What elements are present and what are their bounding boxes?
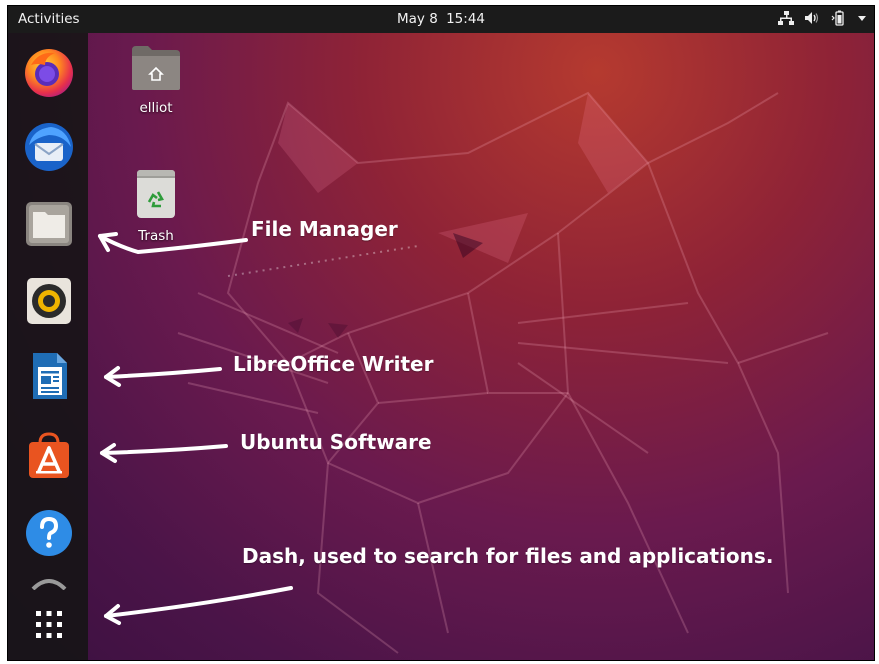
dock-item-thunderbird[interactable] [23, 121, 75, 173]
clock-date: May 8 [397, 11, 438, 27]
firefox-icon [25, 49, 73, 97]
app-grid-icon [36, 611, 62, 638]
dock-item-libreoffice-writer[interactable] [23, 350, 75, 402]
libreoffice-writer-icon [33, 353, 67, 399]
system-menu-chevron-icon[interactable] [856, 10, 868, 26]
ubuntu-software-icon [29, 432, 69, 478]
trash-icon [137, 170, 175, 218]
clock[interactable]: May 8 15:44 [8, 11, 874, 27]
top-bar: Activities May 8 15:44 [8, 6, 874, 33]
dock [8, 33, 88, 660]
volume-icon[interactable] [804, 10, 820, 26]
network-icon[interactable] [778, 10, 794, 26]
show-applications-button[interactable] [23, 600, 75, 650]
desktop-screen: Activities May 8 15:44 elliot Trash File… [7, 5, 875, 661]
system-tray[interactable] [778, 10, 868, 26]
annotation-file-manager: File Manager [251, 217, 398, 241]
home-folder-label: elliot [139, 100, 173, 116]
annotation-ubuntu-software: Ubuntu Software [240, 430, 432, 454]
dock-item-files[interactable] [23, 198, 75, 250]
dock-item-help[interactable] [23, 507, 75, 559]
dock-item-ubuntu-software[interactable] [23, 429, 75, 481]
home-folder-icon [132, 46, 180, 90]
battery-icon[interactable] [830, 10, 846, 26]
annotation-dash: Dash, used to search for files and appli… [242, 544, 774, 568]
desktop-icon-trash[interactable]: Trash [116, 168, 196, 244]
help-icon [26, 510, 72, 556]
annotation-libreoffice-writer: LibreOffice Writer [233, 352, 434, 376]
dock-overflow-hint-icon [31, 579, 67, 590]
dock-item-rhythmbox[interactable] [23, 275, 75, 327]
file-manager-icon [26, 202, 72, 246]
clock-time: 15:44 [446, 11, 485, 27]
rhythmbox-icon [27, 278, 71, 324]
desktop-icon-home[interactable]: elliot [116, 44, 196, 116]
thunderbird-icon [25, 123, 73, 171]
dock-item-firefox[interactable] [23, 47, 75, 99]
trash-label: Trash [138, 228, 174, 244]
